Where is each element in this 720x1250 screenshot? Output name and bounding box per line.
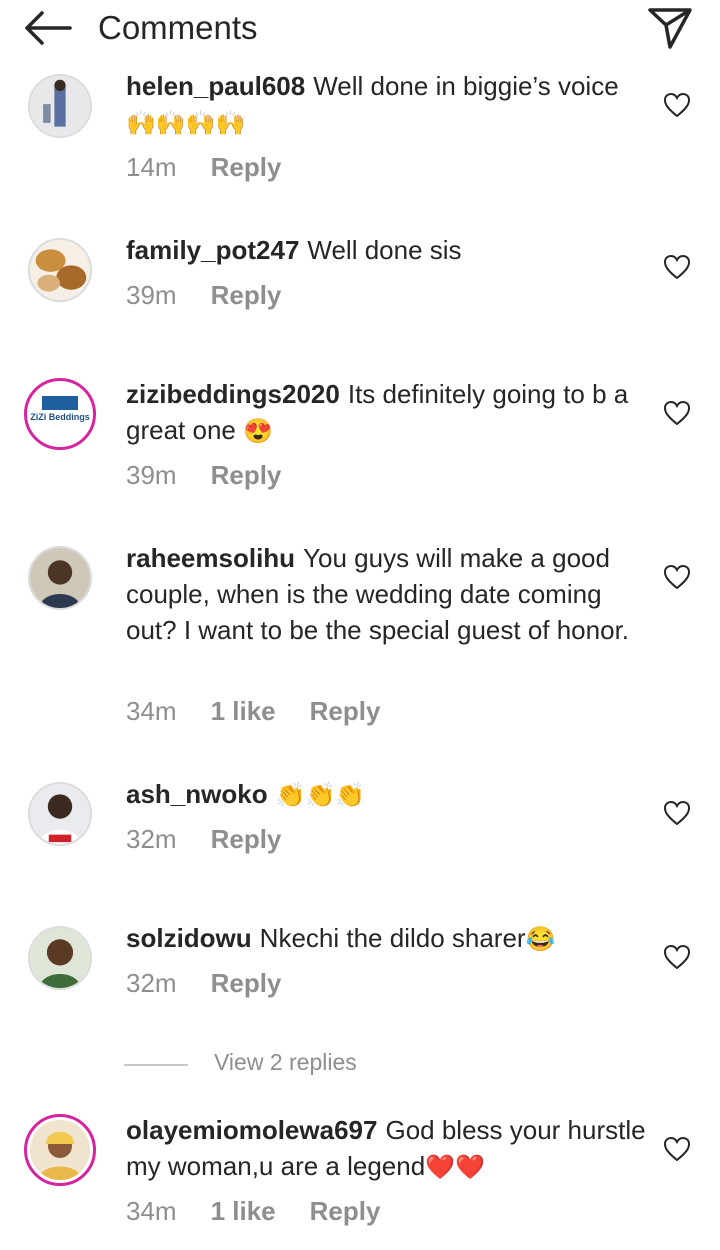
reply-button[interactable]: Reply — [211, 968, 282, 998]
comment-text: helen_paul608 Well done in biggie’s voice… — [126, 68, 646, 142]
comment-time: 39m — [126, 280, 177, 310]
avatar[interactable] — [28, 74, 92, 138]
comment-meta: 32m Reply — [126, 824, 281, 854]
comment-time: 39m — [126, 460, 177, 490]
heart-icon[interactable] — [663, 564, 691, 590]
comment-meta: 34m 1 like Reply — [126, 696, 380, 726]
comment-username[interactable]: raheemsolihu — [126, 543, 295, 573]
avatar[interactable] — [28, 926, 92, 990]
comment-text: solzidowu Nkechi the dildo sharer😂 — [126, 920, 646, 958]
avatar[interactable]: ZiZi Beddings — [24, 378, 96, 450]
comment-text: raheemsolihu You guys will make a good co… — [126, 540, 646, 648]
heart-icon[interactable] — [663, 1136, 691, 1162]
comment-username[interactable]: zizibeddings2020 — [126, 379, 340, 409]
view-replies-label: View 2 replies — [214, 1049, 357, 1075]
comment-meta: 39m Reply — [126, 460, 281, 490]
top-bar: Comments — [0, 0, 720, 60]
heart-icon[interactable] — [663, 944, 691, 970]
comment-body: Nkechi the dildo sharer — [259, 923, 526, 953]
comment-text: ash_nwoko 👏👏👏 — [126, 776, 646, 814]
avatar[interactable] — [24, 1114, 96, 1186]
comment-body: Well done sis — [307, 235, 462, 265]
avatar-image: ZiZi Beddings — [30, 384, 90, 444]
heart-icon[interactable] — [663, 254, 691, 280]
comment-emoji: 😍 — [243, 418, 273, 445]
reply-button[interactable]: Reply — [211, 460, 282, 490]
page-title: Comments — [98, 9, 258, 46]
avatar-logo-text: ZiZi Beddings — [30, 412, 90, 422]
reply-button[interactable]: Reply — [211, 152, 282, 182]
like-count[interactable]: 1 like — [211, 696, 276, 726]
comment-body: Well done in biggie’s voice — [313, 71, 619, 101]
reply-button[interactable]: Reply — [211, 824, 282, 854]
comment-time: 32m — [126, 824, 177, 854]
reply-button[interactable]: Reply — [310, 696, 381, 726]
avatar[interactable] — [28, 238, 92, 302]
heart-icon[interactable] — [663, 92, 691, 118]
reply-button[interactable]: Reply — [211, 280, 282, 310]
comment-emoji: 🙌🙌🙌🙌 — [126, 110, 246, 137]
comment-emoji: 👏👏👏 — [275, 782, 366, 809]
comment-time: 14m — [126, 152, 177, 182]
comment-time: 34m — [126, 1196, 177, 1226]
comment-text: olayemiomolewa697 God bless your hurstle … — [126, 1112, 646, 1186]
avatar[interactable] — [28, 782, 92, 846]
comment-time: 34m — [126, 696, 177, 726]
comment-username[interactable]: helen_paul608 — [126, 71, 305, 101]
like-count[interactable]: 1 like — [211, 1196, 276, 1226]
comment-text: zizibeddings2020 Its definitely going to … — [126, 376, 646, 450]
heart-icon[interactable] — [663, 400, 691, 426]
comment-meta: 14m Reply — [126, 152, 281, 182]
comment-username[interactable]: olayemiomolewa697 — [126, 1115, 377, 1145]
avatar[interactable] — [28, 546, 92, 610]
arrow-left-icon[interactable] — [20, 8, 76, 48]
comment-emoji: ❤️❤️ — [425, 1154, 485, 1181]
comment-time: 32m — [126, 968, 177, 998]
paper-plane-icon[interactable] — [646, 5, 694, 51]
view-replies-button[interactable]: View 2 replies — [124, 1046, 524, 1082]
replies-divider — [124, 1064, 188, 1066]
reply-button[interactable]: Reply — [310, 1196, 381, 1226]
comment-emoji: 😂 — [525, 926, 556, 953]
comment-meta: 39m Reply — [126, 280, 281, 310]
comment-meta: 34m 1 like Reply — [126, 1196, 380, 1226]
comment-username[interactable]: solzidowu — [126, 923, 252, 953]
avatar-image — [30, 1120, 90, 1180]
comment-text: family_pot247 Well done sis — [126, 232, 646, 268]
comment-meta: 32m Reply — [126, 968, 281, 998]
comment-username[interactable]: family_pot247 — [126, 235, 299, 265]
heart-icon[interactable] — [663, 800, 691, 826]
comment-username[interactable]: ash_nwoko — [126, 779, 268, 809]
